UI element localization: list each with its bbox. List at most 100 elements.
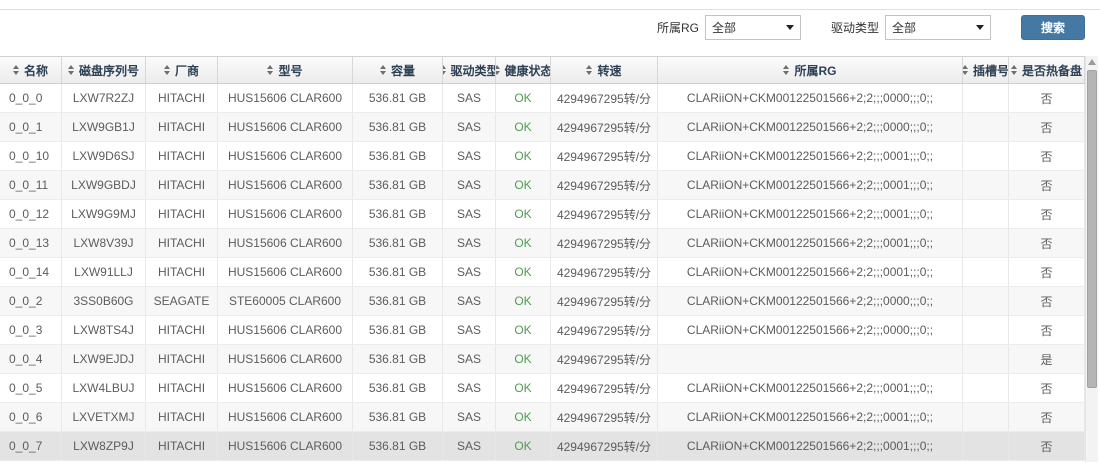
cell-name: 0_0_10 (0, 142, 62, 170)
vertical-scrollbar[interactable] (1085, 56, 1098, 462)
cell-slot (963, 142, 1009, 170)
header-cell-health[interactable]: 健康状态 (496, 57, 551, 83)
cell-slot (963, 316, 1009, 344)
sort-icon (164, 65, 170, 75)
cell-slot (963, 287, 1009, 315)
cell-model: HUS15606 CLAR600 (218, 200, 353, 228)
table-row[interactable]: 0_0_10LXW9D6SJHITACHIHUS15606 CLAR600536… (0, 142, 1098, 171)
cell-drive-type: SAS (443, 316, 496, 344)
cell-capacity: 536.81 GB (353, 142, 443, 170)
cell-health: OK (496, 345, 551, 373)
table-row[interactable]: 0_0_13LXW8V39JHITACHIHUS15606 CLAR600536… (0, 229, 1098, 258)
cell-health: OK (496, 200, 551, 228)
header-label: 是否热备盘 (1022, 62, 1082, 79)
sort-icon (68, 65, 74, 75)
cell-health: OK (496, 432, 551, 460)
cell-rpm: 4294967295转/分 (551, 403, 658, 431)
cell-slot (963, 432, 1009, 460)
cell-name: 0_0_12 (0, 200, 62, 228)
table-row[interactable]: 0_0_11LXW9GBDJHITACHIHUS15606 CLAR600536… (0, 171, 1098, 200)
table-row[interactable]: 0_0_7LXW8ZP9JHITACHIHUS15606 CLAR600536.… (0, 432, 1098, 461)
cell-vendor: HITACHI (146, 113, 218, 141)
scrollbar-thumb[interactable] (1087, 70, 1097, 388)
top-divider (0, 9, 1100, 10)
drive-type-select-value: 全部 (892, 19, 916, 36)
rg-select[interactable]: 全部 (705, 15, 801, 40)
sort-icon (586, 65, 592, 75)
cell-rpm: 4294967295转/分 (551, 316, 658, 344)
scroll-up-icon[interactable] (1088, 59, 1096, 65)
cell-serial: LXW4LBUJ (62, 374, 146, 402)
header-cell-drive-type[interactable]: 驱动类型 (443, 57, 496, 83)
table-row[interactable]: 0_0_5LXW4LBUJHITACHIHUS15606 CLAR600536.… (0, 374, 1098, 403)
filters-bar: 所属RG 全部 驱动类型 全部 搜索 (657, 14, 1085, 40)
table-row[interactable]: 0_0_4LXW9EJDJHITACHIHUS15606 CLAR600536.… (0, 345, 1098, 374)
cell-drive-type: SAS (443, 171, 496, 199)
cell-serial: LXW9GB1J (62, 113, 146, 141)
cell-vendor: HITACHI (146, 229, 218, 257)
table-row[interactable]: 0_0_1LXW9GB1JHITACHIHUS15606 CLAR600536.… (0, 113, 1098, 142)
header-label: 转速 (597, 62, 621, 79)
header-cell-model[interactable]: 型号 (218, 57, 353, 83)
table-row[interactable]: 0_0_6LXVETXMJHITACHIHUS15606 CLAR600536.… (0, 403, 1098, 432)
cell-drive-type: SAS (443, 403, 496, 431)
header-cell-capacity[interactable]: 容量 (353, 57, 443, 83)
cell-drive-type: SAS (443, 113, 496, 141)
cell-drive-type: SAS (443, 287, 496, 315)
rg-filter-label: 所属RG (657, 19, 699, 36)
header-label: 容量 (391, 62, 415, 79)
cell-rpm: 4294967295转/分 (551, 374, 658, 402)
drive-type-filter-label: 驱动类型 (831, 19, 879, 36)
cell-rg: CLARiiON+CKM00122501566+2;2;;;0000;;;0;; (658, 84, 963, 112)
cell-vendor: HITACHI (146, 258, 218, 286)
disk-table-body: 0_0_0LXW7R2ZJHITACHIHUS15606 CLAR600536.… (0, 84, 1098, 461)
sort-icon (443, 65, 446, 75)
cell-vendor: HITACHI (146, 142, 218, 170)
cell-slot (963, 345, 1009, 373)
cell-hotspare: 否 (1009, 432, 1085, 460)
cell-rpm: 4294967295转/分 (551, 113, 658, 141)
table-row[interactable]: 0_0_14LXW91LLJHITACHIHUS15606 CLAR600536… (0, 258, 1098, 287)
cell-hotspare: 否 (1009, 200, 1085, 228)
cell-name: 0_0_6 (0, 403, 62, 431)
table-row[interactable]: 0_0_0LXW7R2ZJHITACHIHUS15606 CLAR600536.… (0, 84, 1098, 113)
search-button[interactable]: 搜索 (1021, 15, 1085, 40)
table-row[interactable]: 0_0_23SS0B60GSEAGATESTE60005 CLAR600536.… (0, 287, 1098, 316)
cell-rg: CLARiiON+CKM00122501566+2;2;;;0001;;;0;; (658, 374, 963, 402)
table-row[interactable]: 0_0_12LXW9G9MJHITACHIHUS15606 CLAR600536… (0, 200, 1098, 229)
cell-model: HUS15606 CLAR600 (218, 113, 353, 141)
header-label: 名称 (24, 62, 48, 79)
header-cell-vendor[interactable]: 厂商 (146, 57, 218, 83)
header-cell-serial[interactable]: 磁盘序列号 (62, 57, 146, 83)
header-cell-rpm[interactable]: 转速 (551, 57, 658, 83)
cell-rpm: 4294967295转/分 (551, 432, 658, 460)
cell-vendor: HITACHI (146, 84, 218, 112)
header-label: 驱动类型 (451, 62, 497, 79)
table-row[interactable]: 0_0_3LXW8TS4JHITACHIHUS15606 CLAR600536.… (0, 316, 1098, 345)
cell-health: OK (496, 84, 551, 112)
sort-icon (380, 65, 386, 75)
header-cell-hotspare[interactable]: 是否热备盘 (1009, 57, 1085, 83)
drive-type-select[interactable]: 全部 (885, 15, 991, 40)
header-cell-name[interactable]: 名称 (0, 57, 62, 83)
cell-name: 0_0_7 (0, 432, 62, 460)
cell-rpm: 4294967295转/分 (551, 142, 658, 170)
cell-drive-type: SAS (443, 258, 496, 286)
cell-serial: LXW8V39J (62, 229, 146, 257)
cell-serial: LXW9GBDJ (62, 171, 146, 199)
cell-slot (963, 113, 1009, 141)
cell-vendor: SEAGATE (146, 287, 218, 315)
cell-vendor: HITACHI (146, 403, 218, 431)
cell-drive-type: SAS (443, 142, 496, 170)
cell-rg: CLARiiON+CKM00122501566+2;2;;;0001;;;0;; (658, 142, 963, 170)
header-label: 磁盘序列号 (79, 62, 139, 79)
rg-select-value: 全部 (712, 19, 736, 36)
cell-hotspare: 否 (1009, 403, 1085, 431)
cell-serial: LXW9G9MJ (62, 200, 146, 228)
header-cell-rg[interactable]: 所属RG (658, 57, 963, 83)
header-cell-slot[interactable]: 插槽号 (963, 57, 1009, 83)
cell-rg: CLARiiON+CKM00122501566+2;2;;;0000;;;0;; (658, 287, 963, 315)
cell-serial: LXW9EJDJ (62, 345, 146, 373)
cell-serial: LXW9D6SJ (62, 142, 146, 170)
cell-model: HUS15606 CLAR600 (218, 432, 353, 460)
